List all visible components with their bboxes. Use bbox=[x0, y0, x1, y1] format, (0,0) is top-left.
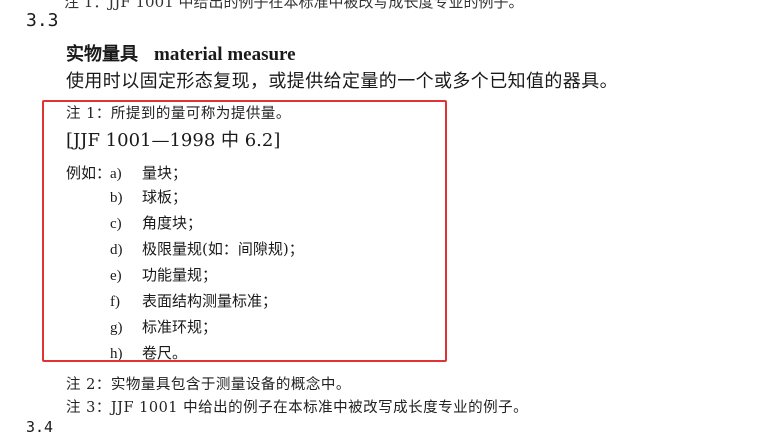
term-english: material measure bbox=[154, 44, 296, 65]
note-3: 注 3：JJF 1001 中给出的例子在本标准中被改写成长度专业的例子。 bbox=[66, 400, 529, 416]
term-chinese: 实物量具 bbox=[66, 44, 138, 65]
cut-off-next-section: 3.4 bbox=[26, 418, 54, 436]
term-definition: 使用时以固定形态复现，或提供给定量的一个或多个已知值的器具。 bbox=[66, 71, 618, 92]
term-heading: 实物量具 material measure bbox=[66, 40, 296, 66]
highlight-box bbox=[42, 100, 447, 362]
note-2: 注 2：实物量具包含于测量设备的概念中。 bbox=[66, 377, 351, 393]
section-number: 3.3 bbox=[26, 10, 59, 31]
cut-off-previous-note: 注 1：JJF 1001 中给出的例子在本标准中被改写成长度专业的例子。 bbox=[64, 0, 524, 11]
